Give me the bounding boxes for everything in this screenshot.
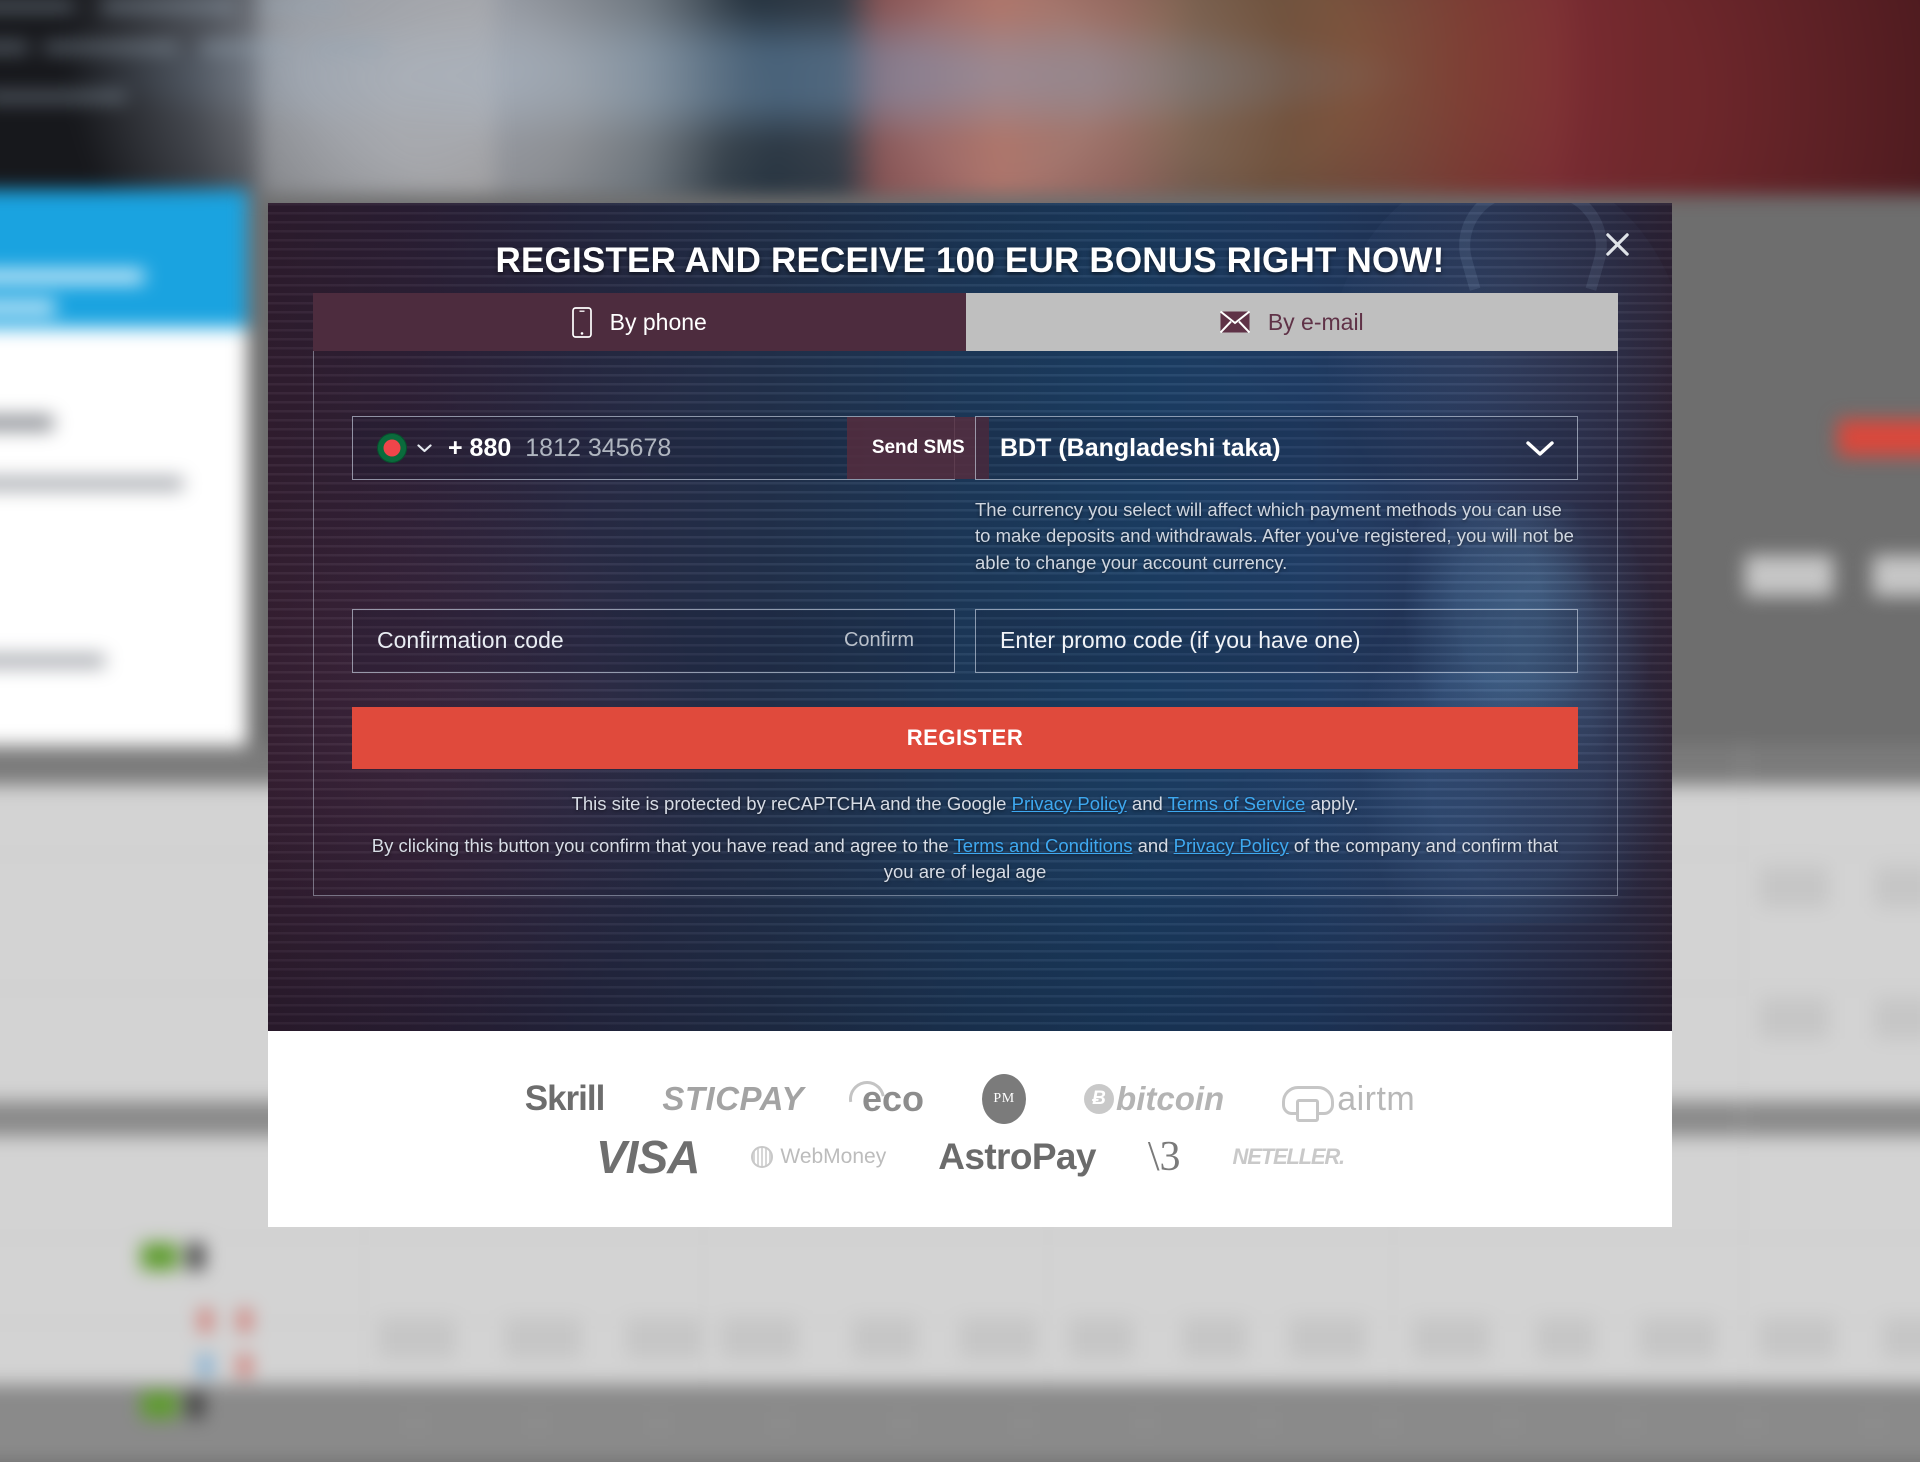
page-title: REGISTER AND RECEIVE 100 EUR BONUS RIGHT…: [268, 241, 1672, 281]
close-icon[interactable]: [1590, 217, 1644, 271]
form-row-1: + 880 Send SMS BDT (Bangladeshi taka) Th…: [352, 416, 1578, 576]
envelope-icon: [1220, 311, 1250, 333]
send-sms-button[interactable]: Send SMS: [847, 417, 989, 479]
sticpay-logo: STICPAY: [662, 1080, 804, 1118]
register-button[interactable]: REGISTER: [352, 707, 1578, 769]
visa-logo: VISA: [596, 1130, 699, 1184]
currency-column: BDT (Bangladeshi taka) The currency you …: [975, 416, 1578, 576]
google-terms-of-service-link[interactable]: Terms of Service: [1168, 793, 1306, 814]
phone-icon: [572, 307, 592, 338]
recaptcha-suffix: apply.: [1305, 793, 1358, 814]
tab-by-email-label: By e-mail: [1268, 309, 1364, 336]
tab-by-email[interactable]: By e-mail: [966, 293, 1619, 351]
promo-column: [975, 609, 1578, 673]
recaptcha-mid: and: [1127, 793, 1168, 814]
google-privacy-policy-link[interactable]: Privacy Policy: [1012, 793, 1127, 814]
bangladesh-flag-icon[interactable]: [377, 433, 407, 463]
airtm-cloud-icon: [1282, 1082, 1328, 1116]
bitcoin-logo: Ƀbitcoin: [1084, 1080, 1224, 1118]
dial-code-label: + 880: [448, 434, 511, 463]
terms-and-conditions-link[interactable]: Terms and Conditions: [954, 835, 1133, 856]
confirmation-code-input[interactable]: [377, 627, 804, 654]
currency-selected-value: BDT (Bangladeshi taka): [1000, 434, 1281, 463]
recaptcha-disclaimer: This site is protected by reCAPTCHA and …: [352, 791, 1578, 817]
promo-code-field[interactable]: [975, 609, 1578, 673]
webmoney-logo-label: WebMoney: [780, 1145, 886, 1169]
confirmation-column: Confirm: [352, 609, 955, 673]
currency-help-text: The currency you select will affect whic…: [975, 497, 1578, 576]
phone-column: + 880 Send SMS: [352, 416, 955, 576]
country-chevron-down-icon[interactable]: [417, 443, 432, 453]
perfect-money-logo: PM: [982, 1074, 1026, 1124]
currency-select[interactable]: BDT (Bangladeshi taka): [975, 416, 1578, 480]
phone-number-field[interactable]: + 880 Send SMS: [352, 416, 955, 480]
terms-mid: and: [1132, 835, 1173, 856]
ecopayz-logo: eco: [862, 1078, 924, 1120]
payment-logos-row-2: VISA WebMoney AstroPay \3 NETELLER.: [596, 1130, 1344, 1184]
registration-modal: REGISTER AND RECEIVE 100 EUR BONUS RIGHT…: [268, 203, 1672, 1031]
neteller-logo: NETELLER.: [1233, 1144, 1344, 1170]
terms-prefix: By clicking this button you confirm that…: [372, 835, 954, 856]
form-row-2: Confirm: [352, 609, 1578, 673]
company-privacy-policy-link[interactable]: Privacy Policy: [1174, 835, 1289, 856]
webmoney-logo: WebMoney: [751, 1145, 886, 1169]
tab-by-phone-label: By phone: [610, 309, 707, 336]
airtm-logo: airtm: [1282, 1080, 1415, 1119]
confirmation-code-field[interactable]: Confirm: [352, 609, 955, 673]
background-promo-card: [0, 190, 247, 328]
background-top-navigation: [0, 0, 1920, 81]
tab-by-phone[interactable]: By phone: [313, 293, 966, 351]
skrill-logo: Skrill: [525, 1079, 605, 1119]
background-cta-button: [1838, 419, 1920, 456]
phone-input[interactable]: [511, 434, 847, 463]
registration-form: + 880 Send SMS BDT (Bangladeshi taka) Th…: [313, 351, 1618, 896]
bitcoin-coin-icon: Ƀ: [1084, 1084, 1114, 1114]
chevron-down-icon[interactable]: [1525, 439, 1555, 458]
payment-logos-row-1: Skrill STICPAY eco PM Ƀbitcoin airtm: [525, 1074, 1416, 1124]
astropay-logo: AstroPay: [938, 1136, 1096, 1178]
webmoney-globe-icon: [751, 1146, 773, 1168]
recaptcha-prefix: This site is protected by reCAPTCHA and …: [572, 793, 1012, 814]
beeline-logo: \3: [1148, 1133, 1181, 1181]
confirm-button[interactable]: Confirm: [804, 610, 954, 672]
promo-code-input[interactable]: [976, 610, 1577, 672]
airtm-logo-label: airtm: [1337, 1080, 1415, 1119]
payment-methods-footer: Skrill STICPAY eco PM Ƀbitcoin airtm VIS…: [268, 1031, 1672, 1227]
terms-disclaimer: By clicking this button you confirm that…: [352, 833, 1578, 886]
bitcoin-logo-label: bitcoin: [1116, 1080, 1224, 1118]
registration-method-tabs: By phone By e-mail: [313, 293, 1618, 351]
